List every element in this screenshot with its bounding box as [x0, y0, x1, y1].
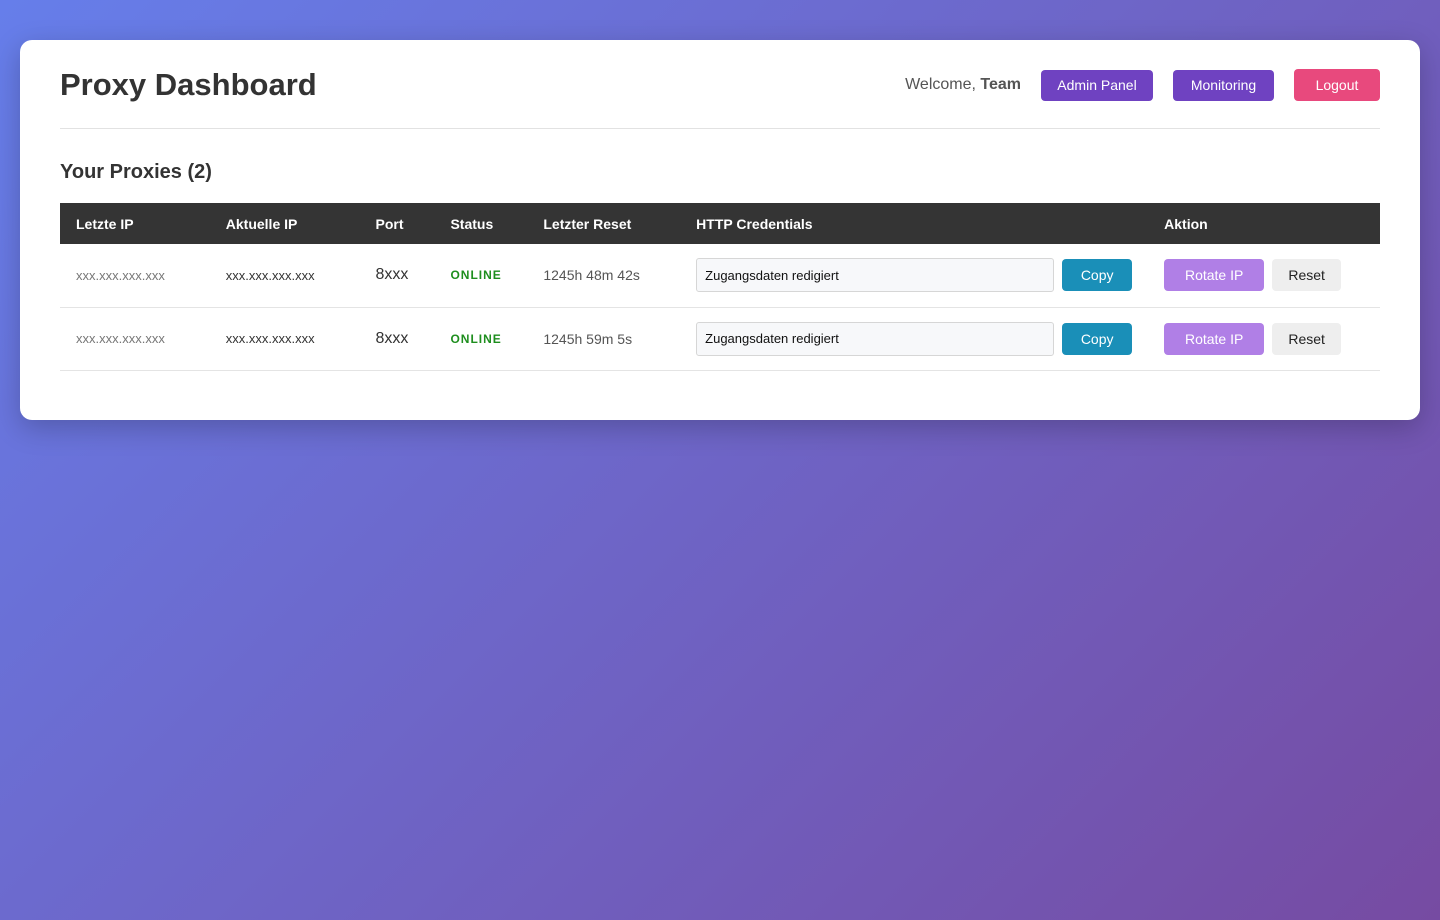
column-header-last-ip: Letzte IP [76, 215, 134, 232]
table-header-row: Letzte IP Aktuelle IP Port Status Letzte… [60, 203, 1380, 244]
page-header: Proxy Dashboard Welcome, Team Admin Pane… [60, 40, 1380, 129]
column-header-last-reset: Letzter Reset [543, 215, 632, 232]
welcome-prefix: Welcome, [905, 76, 981, 93]
dashboard-card: Proxy Dashboard Welcome, Team Admin Pane… [20, 40, 1420, 420]
welcome-text: Welcome, Team [905, 76, 1021, 94]
status-badge: ONLINE [434, 244, 528, 308]
last-ip-cell: xxx.xxx.xxx.xxx [60, 244, 210, 308]
action-cell: Rotate IP Reset [1148, 244, 1380, 308]
rotate-ip-button[interactable]: Rotate IP [1164, 259, 1265, 292]
admin-panel-button[interactable]: Admin Panel [1041, 69, 1153, 101]
current-ip-cell: xxx.xxx.xxx.xxx [209, 244, 360, 308]
username: Team [980, 76, 1021, 93]
header-actions: Welcome, Team Admin Panel Monitoring Log… [905, 69, 1380, 101]
status-badge: ONLINE [434, 307, 528, 371]
table-row: xxx.xxx.xxx.xxx xxx.xxx.xxx.xxx 8xxx ONL… [60, 244, 1380, 308]
last-reset-cell: 1245h 48m 42s [527, 244, 681, 308]
credentials-field[interactable] [696, 321, 1055, 356]
column-header-current-ip: Aktuelle IP [225, 215, 298, 232]
page-title: Proxy Dashboard [60, 67, 317, 102]
column-header-action: Aktion [1164, 215, 1208, 232]
credentials-group: Copy [696, 321, 1133, 356]
action-cell: Rotate IP Reset [1148, 307, 1380, 371]
credentials-field[interactable] [696, 258, 1055, 293]
table-row: xxx.xxx.xxx.xxx xxx.xxx.xxx.xxx 8xxx ONL… [60, 307, 1380, 371]
credentials-group: Copy [696, 258, 1133, 293]
last-reset-cell: 1245h 59m 5s [527, 307, 681, 371]
last-ip-cell: xxx.xxx.xxx.xxx [60, 307, 210, 371]
monitoring-button[interactable]: Monitoring [1173, 69, 1274, 101]
port-cell: 8xxx [359, 244, 435, 308]
proxy-table: Letzte IP Aktuelle IP Port Status Letzte… [60, 203, 1380, 371]
copy-button[interactable]: Copy [1062, 259, 1133, 292]
column-header-credentials: HTTP Credentials [696, 215, 813, 232]
reset-button[interactable]: Reset [1272, 259, 1342, 292]
logout-button[interactable]: Logout [1294, 69, 1380, 101]
column-header-port: Port [375, 215, 404, 232]
port-cell: 8xxx [359, 307, 435, 371]
reset-button[interactable]: Reset [1272, 322, 1342, 355]
current-ip-cell: xxx.xxx.xxx.xxx [209, 307, 360, 371]
credentials-cell: Copy [680, 244, 1149, 308]
column-header-status: Status [450, 215, 494, 232]
section-title: Your Proxies (2) [60, 161, 212, 183]
rotate-ip-button[interactable]: Rotate IP [1164, 322, 1265, 355]
copy-button[interactable]: Copy [1062, 322, 1133, 355]
credentials-cell: Copy [680, 307, 1149, 371]
